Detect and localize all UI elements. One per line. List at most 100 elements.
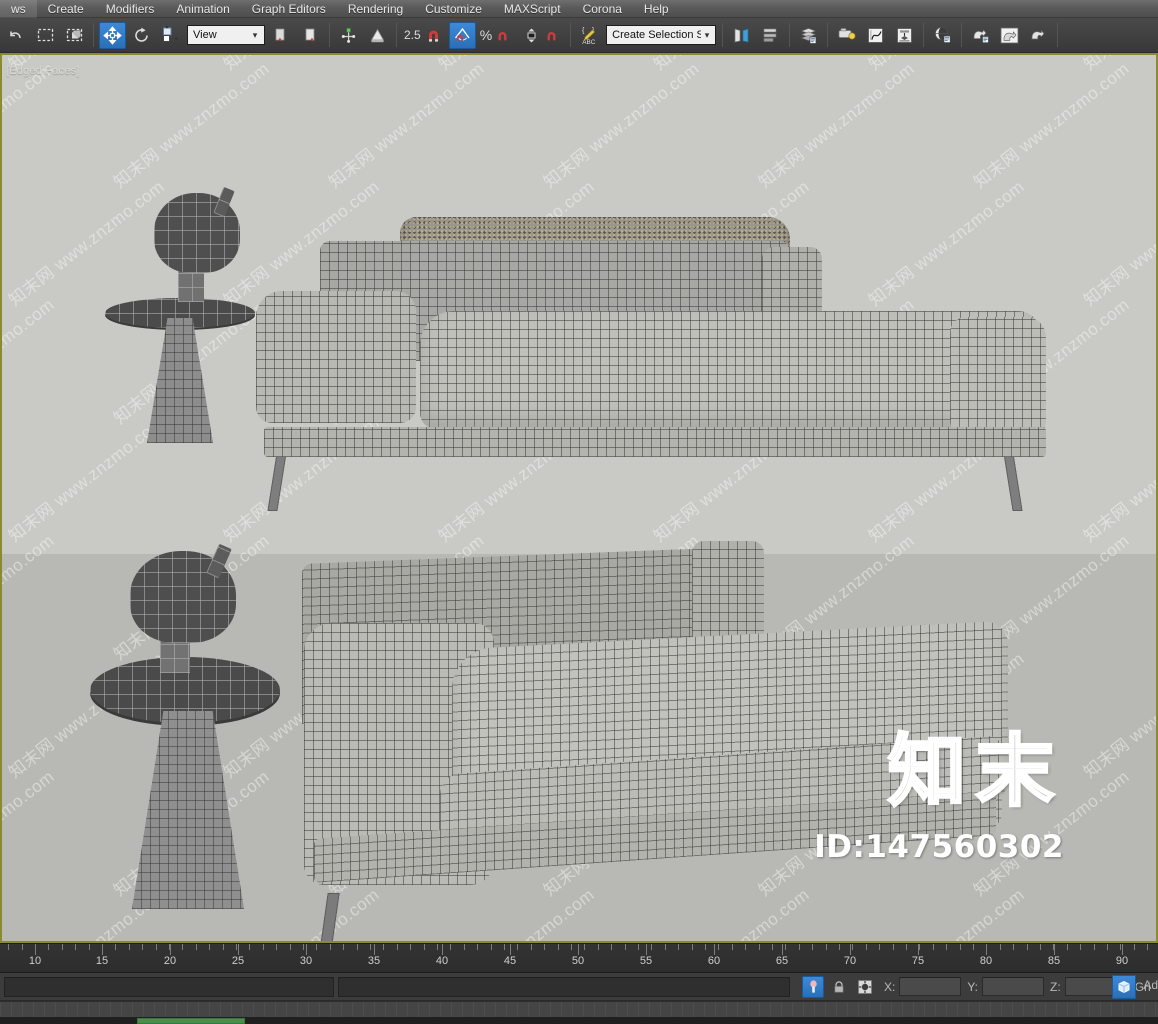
timeline-tick-minor <box>1067 944 1068 950</box>
use-selection-center-icon[interactable] <box>297 22 324 49</box>
vase-lamp-top[interactable] <box>150 186 250 306</box>
timeline-tick-minor <box>450 944 451 950</box>
timeline-tick-label: 90 <box>1115 955 1129 967</box>
menu-item-animation[interactable]: Animation <box>165 0 240 18</box>
layer-explorer-icon[interactable] <box>795 22 822 49</box>
select-and-scale-icon[interactable] <box>157 22 184 49</box>
sofa-armrest-top[interactable] <box>256 291 416 423</box>
timeline-tick-label: 20 <box>163 955 177 967</box>
timeline-tick-minor <box>370 944 371 950</box>
timeline-tick-minor <box>692 944 693 950</box>
render-setup-icon[interactable] <box>833 22 860 49</box>
menu-item-views[interactable]: ws <box>0 0 37 18</box>
menu-item-maxscript[interactable]: MAXScript <box>493 0 572 18</box>
named-selection-set-value: Create Selection Set <box>612 29 701 41</box>
time-range-indicator[interactable] <box>137 1018 245 1024</box>
menu-item-corona[interactable]: Corona <box>572 0 633 18</box>
sofa-seat-cushion-top[interactable] <box>420 311 1040 429</box>
timeline-tick-minor <box>852 944 853 950</box>
timeline-tick-major <box>306 944 307 955</box>
rendered-frame-window-icon[interactable] <box>967 22 994 49</box>
absolute-relative-transform-toggle-icon[interactable] <box>854 976 876 998</box>
vase-lamp-bottom[interactable] <box>126 543 246 677</box>
select-region-icon[interactable] <box>61 22 88 49</box>
timeline-tick-label: 45 <box>503 955 517 967</box>
timeline-tick-major <box>510 944 511 955</box>
timeline-tick-minor <box>491 944 492 950</box>
selection-lock-toggle-icon[interactable] <box>802 975 824 998</box>
align-icon[interactable] <box>757 22 784 49</box>
lock-icon[interactable] <box>828 976 850 998</box>
timeline-tick-minor <box>330 944 331 950</box>
viewport[interactable]: [Edged Faces] 知末网 www.znzmo.com 知末网 www.z… <box>0 53 1158 943</box>
edit-named-selection-sets-icon[interactable]: { } ABC <box>576 22 603 49</box>
toolbar-separator <box>1057 23 1059 47</box>
sofa-leg-top-left <box>267 453 287 511</box>
timeline-tick-major <box>646 944 647 955</box>
timeline-tick-minor <box>357 944 358 950</box>
mirror-icon[interactable] <box>728 22 755 49</box>
timeline-tick-minor <box>839 944 840 950</box>
menu-item-help[interactable]: Help <box>633 0 680 18</box>
timeline-tick-minor <box>290 944 291 950</box>
menu-item-create[interactable]: Create <box>37 0 95 18</box>
toolbar-separator <box>789 23 791 47</box>
chevron-down-icon: ▾ <box>252 29 258 40</box>
menu-item-graph-editors[interactable]: Graph Editors <box>241 0 337 18</box>
select-object-icon[interactable] <box>32 22 59 49</box>
timeline-ruler[interactable]: 10 15 20 25 30 35 40 45 50 55 60 65 70 75 80 85 90 <box>0 943 1158 973</box>
named-selection-set-dropdown[interactable]: Create Selection Set ▾ <box>606 25 717 45</box>
select-and-link-icon[interactable] <box>335 22 362 49</box>
timeline-tick-major <box>170 944 171 955</box>
x-coordinate-field[interactable] <box>899 977 962 996</box>
timeline-tick-minor <box>933 944 934 950</box>
sofa-base-top[interactable] <box>264 427 1046 457</box>
snaps-toggle-icon[interactable] <box>420 22 447 49</box>
reference-coordinate-system-dropdown[interactable]: View ▾ <box>187 25 265 45</box>
timeline-tick-minor <box>960 944 961 950</box>
unlink-selection-icon[interactable] <box>364 22 391 49</box>
menu-item-modifiers[interactable]: Modifiers <box>95 0 166 18</box>
timeline-tick-minor <box>638 944 639 950</box>
grid-toggle-icon[interactable] <box>1112 975 1136 999</box>
timeline-tick-minor <box>1000 944 1001 950</box>
menu-item-customize[interactable]: Customize <box>414 0 493 18</box>
timeline-tick-minor <box>1080 944 1081 950</box>
curve-editor-icon[interactable] <box>862 22 889 49</box>
schematic-view-icon[interactable] <box>891 22 918 49</box>
track-bar[interactable] <box>0 1001 1158 1024</box>
timeline-tick-label: 10 <box>28 955 42 967</box>
timeline-tick-minor <box>1027 944 1028 950</box>
undo-icon[interactable] <box>3 22 30 49</box>
sofa-right-roll-top[interactable] <box>950 317 1046 437</box>
timeline-tick-major <box>1054 944 1055 955</box>
timeline-tick-minor <box>75 944 76 950</box>
viewport-shading-label[interactable]: [Edged Faces] <box>6 65 80 77</box>
select-and-move-icon[interactable] <box>99 21 126 49</box>
render-iterative-icon[interactable] <box>1025 22 1052 49</box>
timeline-tick-label: 35 <box>367 955 381 967</box>
timeline-tick-minor <box>22 944 23 950</box>
timeline-tick-minor <box>8 944 9 950</box>
timeline-tick-minor <box>745 944 746 950</box>
material-editor-icon[interactable] <box>929 22 956 49</box>
select-and-rotate-icon[interactable] <box>128 22 155 49</box>
y-coordinate-field[interactable] <box>982 977 1045 996</box>
angle-snap-toggle-icon[interactable] <box>448 21 476 49</box>
timeline-tick-minor <box>303 944 304 950</box>
render-production-icon[interactable] <box>996 22 1023 49</box>
timeline-tick-label: 25 <box>231 955 245 967</box>
timeline-tick-minor <box>276 944 277 950</box>
timeline-tick-major <box>442 944 443 955</box>
timeline-tick-minor <box>826 944 827 950</box>
timeline-tick-minor <box>544 944 545 950</box>
timeline-tick-minor <box>812 944 813 950</box>
percent-snap-toggle-icon[interactable] <box>489 22 516 49</box>
timeline-tick-major <box>782 944 783 955</box>
spinner-snap-magnet-icon[interactable] <box>538 22 565 49</box>
use-pivot-point-center-icon[interactable] <box>268 22 295 49</box>
timeline-tick-minor <box>464 944 465 950</box>
timeline-tick-minor <box>115 944 116 950</box>
timeline-tick-minor <box>651 944 652 950</box>
menu-item-rendering[interactable]: Rendering <box>337 0 414 18</box>
